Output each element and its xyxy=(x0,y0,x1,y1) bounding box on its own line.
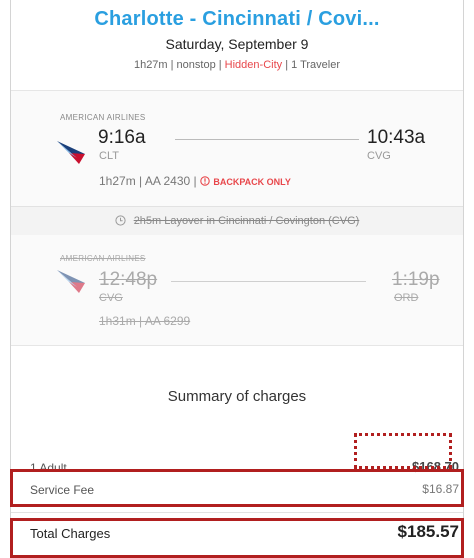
trip-header: Charlotte - Cincinnati / Covi... Saturda… xyxy=(11,0,463,90)
total-charges-highlight xyxy=(10,518,464,558)
leg-2-details: 1h31m | AA 6299 xyxy=(99,314,191,328)
flight-leg-1[interactable]: AMERICAN AIRLINES 9:16a CLT 10:43a CVG 1… xyxy=(11,90,463,207)
clock-icon xyxy=(115,215,126,226)
leg-1-arrive-airport: CVG xyxy=(367,150,391,162)
traveler-count: | 1 Traveler xyxy=(282,59,341,71)
flight-leg-2[interactable]: AMERICAN AIRLINES 12:48p CVG 1:19p ORD 1… xyxy=(11,235,463,345)
adult-price-highlight xyxy=(354,433,452,469)
american-airlines-logo-icon xyxy=(57,141,85,164)
hidden-city-label: Hidden-City xyxy=(224,59,283,71)
leg-2-depart-time: 12:48p xyxy=(99,269,158,290)
leg-2-carrier: AMERICAN AIRLINES xyxy=(60,254,146,263)
charges-title: Summary of charges xyxy=(167,388,307,405)
trip-summary-text: 1h27m | nonstop | xyxy=(133,59,225,71)
divider xyxy=(11,512,463,513)
leg-2-arrive-time: 1:19p xyxy=(392,269,440,290)
layover-text: 2h5m Layover in Cincinnati / Covington (… xyxy=(133,215,360,227)
leg-1-details: 1h27m | AA 2430 | BACKPACK ONLY xyxy=(99,174,291,188)
route-title: Charlotte - Cincinnati / Covi... xyxy=(94,8,380,30)
leg-2-route-line xyxy=(171,281,366,282)
layover-bar: 2h5m Layover in Cincinnati / Covington (… xyxy=(11,206,463,236)
leg-1-arrive-time: 10:43a xyxy=(367,127,426,148)
backpack-only-label: BACKPACK ONLY xyxy=(213,177,291,187)
leg-2-depart-airport: CVG xyxy=(99,292,123,304)
american-airlines-logo-icon xyxy=(57,270,85,293)
service-fee-highlight xyxy=(10,469,464,507)
leg-1-depart-time: 9:16a xyxy=(98,127,146,148)
leg-1-route-line xyxy=(175,139,359,140)
divider xyxy=(11,345,463,346)
trip-date: Saturday, September 9 xyxy=(165,36,309,52)
info-circle-icon xyxy=(200,176,210,186)
leg-1-depart-airport: CLT xyxy=(99,150,119,162)
trip-summary: 1h27m | nonstop | Hidden-City | 1 Travel… xyxy=(11,59,463,71)
leg-2-arrive-airport: ORD xyxy=(394,292,419,304)
leg-1-carrier: AMERICAN AIRLINES xyxy=(60,113,146,122)
leg-1-duration-flight: 1h27m | AA 2430 | xyxy=(99,174,200,188)
